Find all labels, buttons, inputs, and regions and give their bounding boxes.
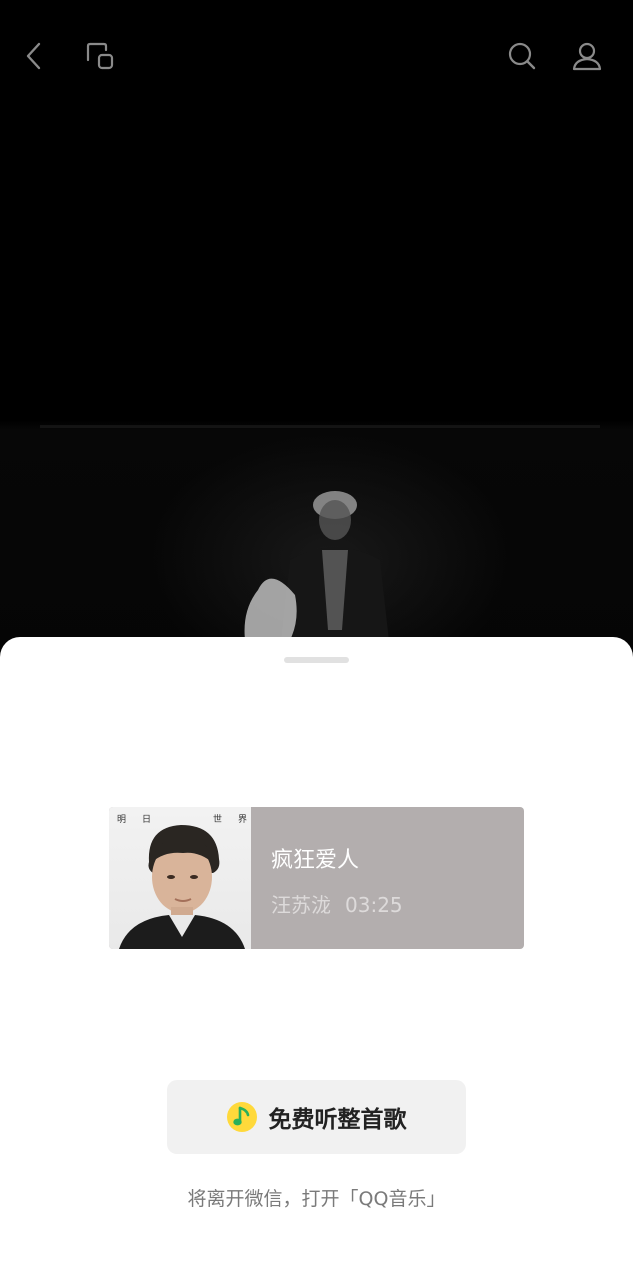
listen-full-song-label: 免费听整首歌	[268, 1107, 407, 1133]
qq-music-icon	[226, 1102, 257, 1132]
profile-button[interactable]	[565, 34, 609, 78]
song-meta: 汪苏泷 03:25	[271, 889, 403, 918]
album-cover: 明 日 世 界	[109, 807, 251, 949]
stage-light-band	[40, 425, 600, 428]
bottom-sheet: 明 日 世 界 疯狂爱人 汪苏泷 03:25 免费听整首歌 将离开微信，打开「Q…	[0, 637, 633, 1280]
performer-silhouette	[244, 491, 390, 650]
song-title: 疯狂爱人	[271, 848, 360, 873]
search-button[interactable]	[500, 34, 544, 78]
chevron-left-icon	[26, 42, 41, 70]
song-card[interactable]: 明 日 世 界 疯狂爱人 汪苏泷 03:25	[109, 807, 524, 949]
back-button[interactable]	[12, 34, 56, 78]
artist-portrait	[119, 825, 245, 949]
song-info: 疯狂爱人 汪苏泷 03:25	[251, 807, 524, 949]
floating-window-button[interactable]	[78, 34, 122, 78]
user-icon	[572, 42, 602, 71]
top-bar	[0, 0, 633, 110]
screen: 明 日 世 界 疯狂爱人 汪苏泷 03:25 免费听整首歌 将离开微信，打开「Q…	[0, 0, 633, 1280]
floating-window-icon	[86, 42, 114, 70]
listen-full-song-button[interactable]: 免费听整首歌	[167, 1080, 466, 1154]
song-artist: 汪苏泷	[271, 893, 331, 917]
sheet-grabber[interactable]	[284, 657, 349, 663]
song-duration: 03:25	[345, 893, 403, 917]
search-icon	[508, 42, 536, 70]
leave-wechat-hint: 将离开微信，打开「QQ音乐」	[187, 1188, 446, 1210]
